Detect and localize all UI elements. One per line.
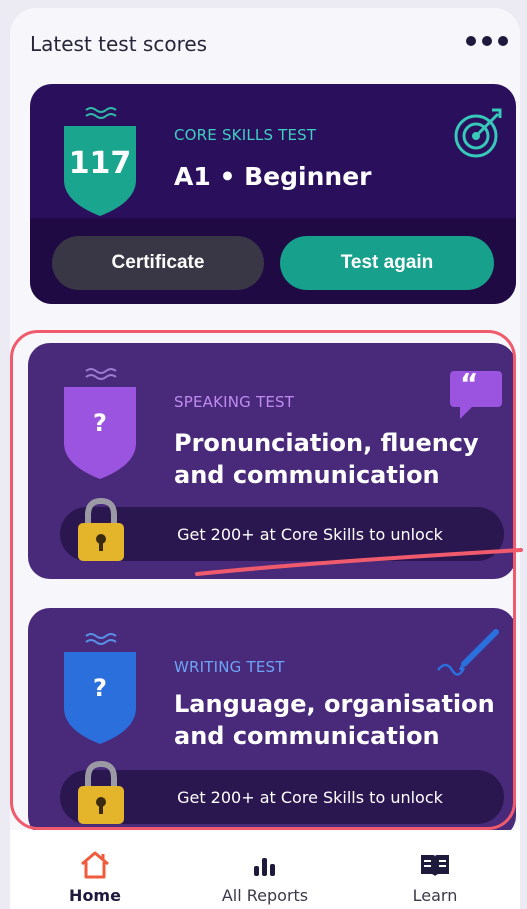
writing-title: Language, organisation and communication	[174, 690, 495, 750]
annotation-stroke	[195, 548, 523, 576]
speaking-shield: ?	[58, 363, 142, 481]
quote-glyph: “	[460, 367, 479, 400]
home-icon	[81, 851, 109, 879]
writing-shield: ?	[58, 628, 142, 746]
lock-icon	[78, 497, 124, 561]
tab-all-reports-label: All Reports	[221, 886, 309, 905]
lock-icon	[78, 760, 124, 824]
core-score: 117	[68, 146, 132, 181]
pen-icon	[437, 629, 499, 676]
bar-chart-icon	[254, 858, 275, 876]
bottom-tab-bar: Home All Reports Learn	[10, 830, 520, 909]
speaking-badge: ?	[93, 409, 107, 437]
core-test-label: CORE SKILLS TEST	[174, 126, 317, 144]
speaking-title: Pronunciation, fluency and communication	[174, 429, 479, 489]
book-icon	[421, 855, 449, 876]
header: Latest test scores	[30, 30, 508, 60]
writing-unlock-bar: Get 200+ at Core Skills to unlock	[60, 770, 504, 824]
target-icon	[454, 108, 502, 158]
speech-bubble-icon: “	[450, 367, 502, 419]
core-skills-card[interactable]: 117 CORE SKILLS TEST A1 • Beginner Certi…	[30, 84, 516, 304]
app-screen: Latest test scores 117 CORE SKILLS TEST …	[10, 8, 520, 909]
writing-badge: ?	[93, 674, 107, 702]
writing-test-card[interactable]: ? WRITING TEST Language, organisation an…	[28, 608, 516, 838]
test-again-button[interactable]: Test again	[280, 236, 494, 290]
core-score-shield: 117	[58, 102, 142, 218]
speaking-test-label: SPEAKING TEST	[174, 393, 295, 411]
core-level: A1 • Beginner	[174, 162, 372, 191]
page-title: Latest test scores	[30, 32, 208, 56]
writing-test-label: WRITING TEST	[174, 658, 285, 676]
tab-home-label: Home	[69, 886, 121, 905]
certificate-button[interactable]: Certificate	[52, 236, 264, 290]
more-options-icon[interactable]	[466, 36, 508, 46]
tab-learn-label: Learn	[412, 886, 458, 905]
